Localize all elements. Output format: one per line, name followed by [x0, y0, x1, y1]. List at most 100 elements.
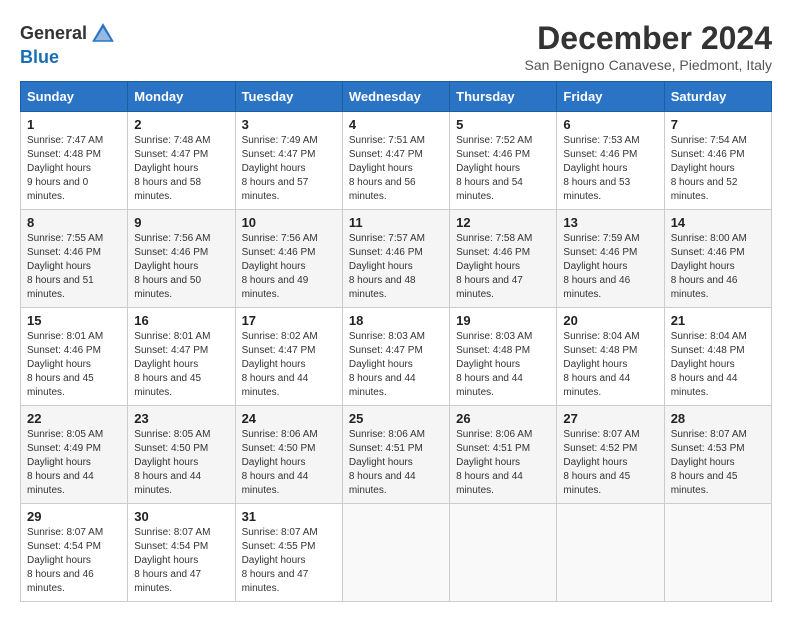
calendar-cell: 11 Sunrise: 7:57 AM Sunset: 4:46 PM Dayl… [342, 210, 449, 308]
day-info: Sunrise: 8:07 AM Sunset: 4:52 PM Dayligh… [563, 428, 657, 498]
calendar-cell: 26 Sunrise: 8:06 AM Sunset: 4:51 PM Dayl… [450, 406, 557, 504]
day-info: Sunrise: 7:59 AM Sunset: 4:46 PM Dayligh… [563, 232, 657, 302]
day-info: Sunrise: 8:07 AM Sunset: 4:54 PM Dayligh… [27, 526, 121, 596]
calendar-cell: 13 Sunrise: 7:59 AM Sunset: 4:46 PM Dayl… [557, 210, 664, 308]
day-number: 23 [134, 411, 228, 426]
day-number: 10 [242, 215, 336, 230]
day-info: Sunrise: 7:54 AM Sunset: 4:46 PM Dayligh… [671, 134, 765, 204]
day-info: Sunrise: 8:06 AM Sunset: 4:50 PM Dayligh… [242, 428, 336, 498]
weekday-header-monday: Monday [128, 82, 235, 112]
weekday-header-friday: Friday [557, 82, 664, 112]
weekday-header-thursday: Thursday [450, 82, 557, 112]
day-number: 22 [27, 411, 121, 426]
calendar-cell: 15 Sunrise: 8:01 AM Sunset: 4:46 PM Dayl… [21, 308, 128, 406]
calendar-cell [664, 504, 771, 602]
calendar-week-5: 29 Sunrise: 8:07 AM Sunset: 4:54 PM Dayl… [21, 504, 772, 602]
day-number: 21 [671, 313, 765, 328]
calendar-week-3: 15 Sunrise: 8:01 AM Sunset: 4:46 PM Dayl… [21, 308, 772, 406]
day-info: Sunrise: 7:58 AM Sunset: 4:46 PM Dayligh… [456, 232, 550, 302]
day-info: Sunrise: 7:57 AM Sunset: 4:46 PM Dayligh… [349, 232, 443, 302]
calendar-cell: 23 Sunrise: 8:05 AM Sunset: 4:50 PM Dayl… [128, 406, 235, 504]
calendar-header: SundayMondayTuesdayWednesdayThursdayFrid… [21, 82, 772, 112]
calendar-cell: 29 Sunrise: 8:07 AM Sunset: 4:54 PM Dayl… [21, 504, 128, 602]
day-number: 24 [242, 411, 336, 426]
day-info: Sunrise: 8:03 AM Sunset: 4:48 PM Dayligh… [456, 330, 550, 400]
day-info: Sunrise: 7:56 AM Sunset: 4:46 PM Dayligh… [134, 232, 228, 302]
calendar-cell: 20 Sunrise: 8:04 AM Sunset: 4:48 PM Dayl… [557, 308, 664, 406]
day-number: 9 [134, 215, 228, 230]
calendar-cell: 16 Sunrise: 8:01 AM Sunset: 4:47 PM Dayl… [128, 308, 235, 406]
day-number: 5 [456, 117, 550, 132]
page-header: General Blue December 2024 San Benigno C… [20, 20, 772, 73]
day-info: Sunrise: 8:05 AM Sunset: 4:50 PM Dayligh… [134, 428, 228, 498]
day-number: 20 [563, 313, 657, 328]
calendar-cell: 28 Sunrise: 8:07 AM Sunset: 4:53 PM Dayl… [664, 406, 771, 504]
calendar-cell: 6 Sunrise: 7:53 AM Sunset: 4:46 PM Dayli… [557, 112, 664, 210]
day-number: 11 [349, 215, 443, 230]
day-info: Sunrise: 8:01 AM Sunset: 4:46 PM Dayligh… [27, 330, 121, 400]
calendar-cell: 22 Sunrise: 8:05 AM Sunset: 4:49 PM Dayl… [21, 406, 128, 504]
day-number: 31 [242, 509, 336, 524]
day-number: 19 [456, 313, 550, 328]
day-number: 15 [27, 313, 121, 328]
day-info: Sunrise: 8:07 AM Sunset: 4:53 PM Dayligh… [671, 428, 765, 498]
day-number: 4 [349, 117, 443, 132]
location: San Benigno Canavese, Piedmont, Italy [525, 57, 773, 73]
calendar-week-4: 22 Sunrise: 8:05 AM Sunset: 4:49 PM Dayl… [21, 406, 772, 504]
calendar-cell: 12 Sunrise: 7:58 AM Sunset: 4:46 PM Dayl… [450, 210, 557, 308]
calendar-cell: 18 Sunrise: 8:03 AM Sunset: 4:47 PM Dayl… [342, 308, 449, 406]
calendar-week-2: 8 Sunrise: 7:55 AM Sunset: 4:46 PM Dayli… [21, 210, 772, 308]
calendar-cell: 1 Sunrise: 7:47 AM Sunset: 4:48 PM Dayli… [21, 112, 128, 210]
day-number: 25 [349, 411, 443, 426]
day-number: 17 [242, 313, 336, 328]
logo-blue: Blue [20, 47, 59, 67]
day-info: Sunrise: 7:51 AM Sunset: 4:47 PM Dayligh… [349, 134, 443, 204]
calendar-cell: 14 Sunrise: 8:00 AM Sunset: 4:46 PM Dayl… [664, 210, 771, 308]
day-info: Sunrise: 8:07 AM Sunset: 4:54 PM Dayligh… [134, 526, 228, 596]
calendar-cell: 19 Sunrise: 8:03 AM Sunset: 4:48 PM Dayl… [450, 308, 557, 406]
day-number: 28 [671, 411, 765, 426]
weekday-header-tuesday: Tuesday [235, 82, 342, 112]
day-number: 29 [27, 509, 121, 524]
calendar-cell: 8 Sunrise: 7:55 AM Sunset: 4:46 PM Dayli… [21, 210, 128, 308]
calendar-cell: 7 Sunrise: 7:54 AM Sunset: 4:46 PM Dayli… [664, 112, 771, 210]
calendar-cell [342, 504, 449, 602]
day-number: 1 [27, 117, 121, 132]
day-number: 6 [563, 117, 657, 132]
day-number: 16 [134, 313, 228, 328]
day-info: Sunrise: 8:02 AM Sunset: 4:47 PM Dayligh… [242, 330, 336, 400]
day-number: 27 [563, 411, 657, 426]
day-info: Sunrise: 7:49 AM Sunset: 4:47 PM Dayligh… [242, 134, 336, 204]
day-info: Sunrise: 7:48 AM Sunset: 4:47 PM Dayligh… [134, 134, 228, 204]
calendar-table: SundayMondayTuesdayWednesdayThursdayFrid… [20, 81, 772, 602]
calendar-cell: 31 Sunrise: 8:07 AM Sunset: 4:55 PM Dayl… [235, 504, 342, 602]
calendar-cell: 30 Sunrise: 8:07 AM Sunset: 4:54 PM Dayl… [128, 504, 235, 602]
calendar-cell: 17 Sunrise: 8:02 AM Sunset: 4:47 PM Dayl… [235, 308, 342, 406]
day-info: Sunrise: 8:04 AM Sunset: 4:48 PM Dayligh… [671, 330, 765, 400]
day-info: Sunrise: 8:07 AM Sunset: 4:55 PM Dayligh… [242, 526, 336, 596]
calendar-cell [557, 504, 664, 602]
day-number: 2 [134, 117, 228, 132]
calendar-cell: 27 Sunrise: 8:07 AM Sunset: 4:52 PM Dayl… [557, 406, 664, 504]
calendar-cell: 2 Sunrise: 7:48 AM Sunset: 4:47 PM Dayli… [128, 112, 235, 210]
calendar-cell: 9 Sunrise: 7:56 AM Sunset: 4:46 PM Dayli… [128, 210, 235, 308]
weekday-header-saturday: Saturday [664, 82, 771, 112]
logo-general: General [20, 23, 87, 43]
calendar-cell: 25 Sunrise: 8:06 AM Sunset: 4:51 PM Dayl… [342, 406, 449, 504]
day-info: Sunrise: 8:06 AM Sunset: 4:51 PM Dayligh… [349, 428, 443, 498]
day-info: Sunrise: 8:01 AM Sunset: 4:47 PM Dayligh… [134, 330, 228, 400]
day-info: Sunrise: 8:05 AM Sunset: 4:49 PM Dayligh… [27, 428, 121, 498]
calendar-cell: 10 Sunrise: 7:56 AM Sunset: 4:46 PM Dayl… [235, 210, 342, 308]
calendar-cell: 5 Sunrise: 7:52 AM Sunset: 4:46 PM Dayli… [450, 112, 557, 210]
day-info: Sunrise: 7:52 AM Sunset: 4:46 PM Dayligh… [456, 134, 550, 204]
day-number: 13 [563, 215, 657, 230]
day-number: 7 [671, 117, 765, 132]
logo: General Blue [20, 20, 117, 68]
day-info: Sunrise: 8:06 AM Sunset: 4:51 PM Dayligh… [456, 428, 550, 498]
day-info: Sunrise: 7:55 AM Sunset: 4:46 PM Dayligh… [27, 232, 121, 302]
day-number: 26 [456, 411, 550, 426]
day-number: 3 [242, 117, 336, 132]
weekday-header-wednesday: Wednesday [342, 82, 449, 112]
day-number: 14 [671, 215, 765, 230]
month-title: December 2024 [525, 20, 773, 57]
